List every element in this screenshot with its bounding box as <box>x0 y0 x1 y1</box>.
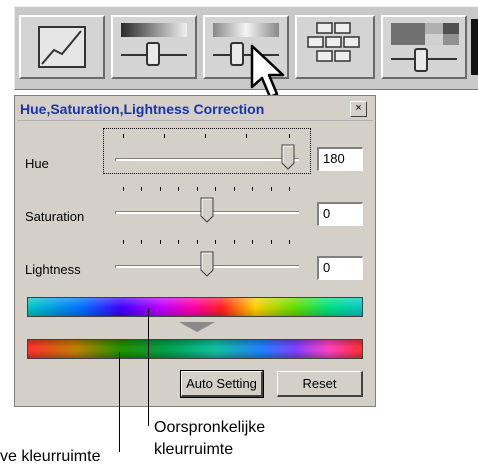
original-color-spectrum <box>27 297 363 317</box>
new-callout-text: ve kleurruimte <box>0 448 101 465</box>
reset-button[interactable]: Reset <box>277 371 363 397</box>
mouse-pointer-icon <box>250 44 285 99</box>
dialog-title: Hue,Saturation,Lightness Correction <box>20 101 265 117</box>
color-palette-button[interactable] <box>295 15 375 79</box>
hue-slider-track[interactable] <box>115 158 299 161</box>
saturation-value-field[interactable]: 0 <box>317 202 363 226</box>
toolbar <box>14 6 478 99</box>
brightness-contrast-icon <box>121 23 187 66</box>
lightness-slider-thumb[interactable] <box>200 251 214 277</box>
color-balance-icon <box>391 23 459 72</box>
original-callout-line1: Oorspronkelijke <box>154 419 266 436</box>
saturation-slider-thumb[interactable] <box>200 197 214 223</box>
tone-curve-button[interactable] <box>19 15 105 79</box>
tone-curve-icon <box>38 26 86 68</box>
color-balance-button[interactable] <box>381 15 467 79</box>
lightness-value-field[interactable]: 0 <box>317 256 363 280</box>
hsl-correction-dialog: Hue,Saturation,Lightness Correction × Hu… <box>14 95 376 407</box>
original-callout-line <box>148 308 149 426</box>
next-tool-button[interactable] <box>471 19 478 75</box>
close-button[interactable]: × <box>350 101 367 117</box>
dialog-titlebar[interactable]: Hue,Saturation,Lightness Correction × <box>17 98 373 121</box>
hue-value-field[interactable]: 180 <box>317 147 363 171</box>
close-icon: × <box>355 102 362 114</box>
new-callout-line <box>119 352 120 452</box>
brightness-contrast-button[interactable] <box>111 15 197 79</box>
down-arrow-icon <box>179 322 215 332</box>
auto-setting-button[interactable]: Auto Setting <box>180 370 264 398</box>
lightness-label: Lightness <box>25 262 81 277</box>
new-color-spectrum <box>27 339 363 359</box>
hue-slider-focus <box>103 128 311 174</box>
saturation-label: Saturation <box>25 209 85 224</box>
color-palette-icon <box>307 22 360 62</box>
hue-slider-thumb[interactable] <box>281 144 295 170</box>
original-callout-line2: kleurruimte <box>154 441 234 458</box>
hue-label: Hue <box>25 156 49 171</box>
